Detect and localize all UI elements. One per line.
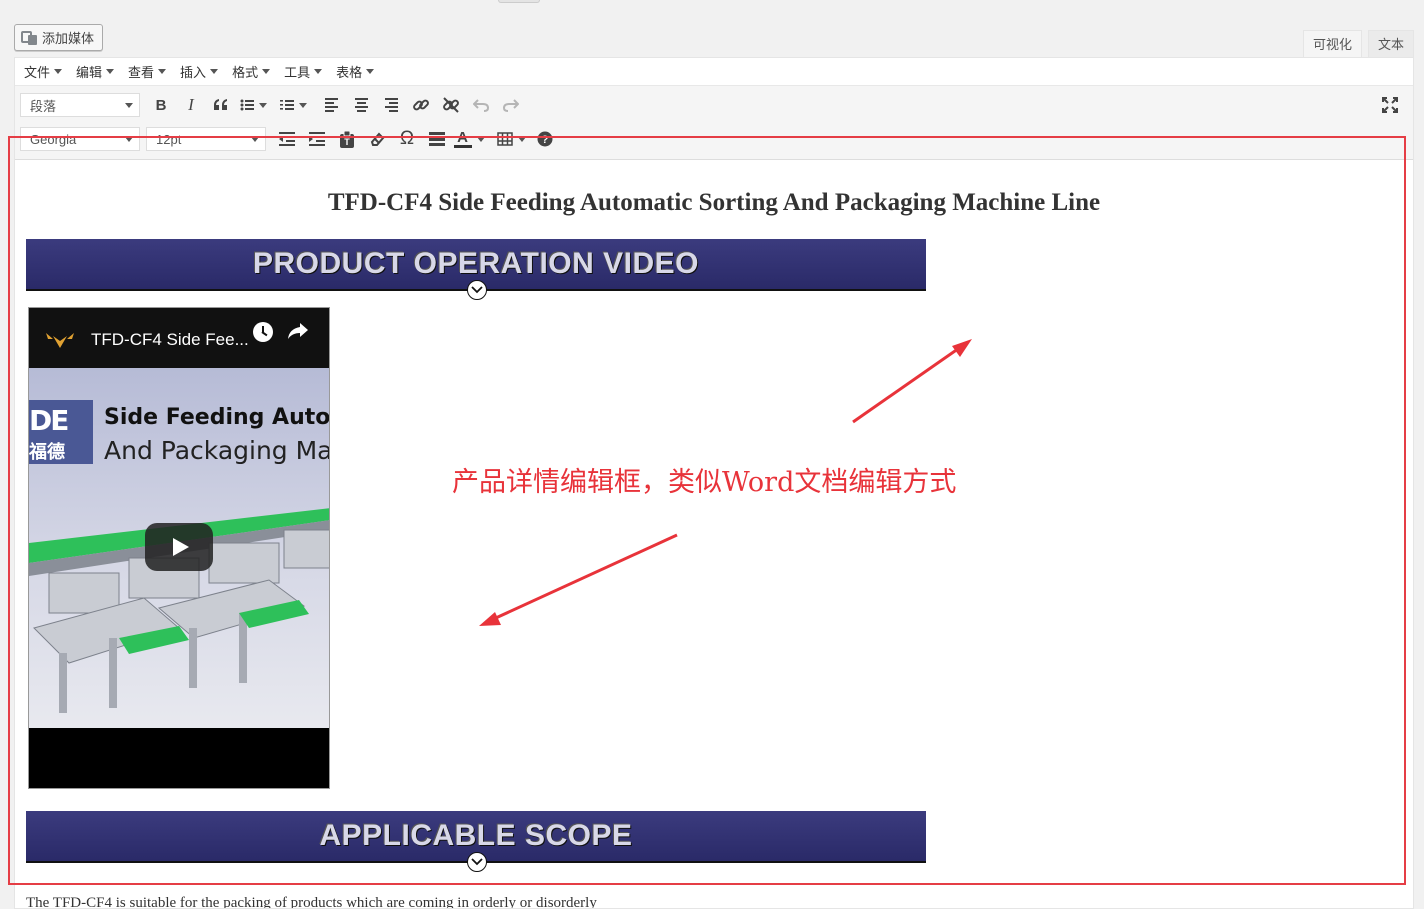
table-button[interactable]: [494, 126, 528, 152]
chevron-down-icon: [158, 69, 167, 74]
undo-button[interactable]: [466, 92, 496, 118]
add-media-label: 添加媒体: [42, 31, 95, 46]
menu-table[interactable]: 表格: [336, 62, 375, 81]
redo-button[interactable]: [496, 92, 526, 118]
clear-formatting-button[interactable]: [362, 126, 392, 152]
outdent-icon: [279, 132, 295, 146]
menu-format[interactable]: 格式: [232, 62, 271, 81]
chevron-down-icon: [476, 136, 485, 142]
special-character-button[interactable]: Ω: [392, 126, 422, 152]
link-icon: [413, 99, 429, 111]
text-color-button[interactable]: A: [452, 126, 486, 152]
redo-icon: [503, 99, 519, 112]
clipboard-icon: T: [340, 130, 354, 148]
chevron-down-icon: [251, 136, 259, 142]
unlink-icon: [443, 97, 459, 113]
font-family-select[interactable]: Georgia: [20, 127, 140, 151]
menu-tools[interactable]: 工具: [284, 62, 323, 81]
insert-link-button[interactable]: [406, 92, 436, 118]
align-left-button[interactable]: [316, 92, 346, 118]
bold-button[interactable]: B: [146, 92, 176, 118]
chevron-down-icon: [125, 136, 133, 142]
help-button[interactable]: ?: [530, 126, 560, 152]
chevron-down-icon: [54, 69, 63, 74]
chevron-down-icon: [258, 102, 267, 108]
chevron-down-circle-icon: [467, 852, 487, 872]
indent-icon: [309, 132, 325, 146]
format-toolbar-row-2: Georgia 12pt T Ω A ?: [20, 126, 1405, 152]
chevron-down-icon: [314, 69, 323, 74]
eraser-icon: [370, 132, 385, 146]
chevron-down-icon: [106, 69, 115, 74]
align-right-icon: [384, 98, 398, 112]
editor-toolbar: 文件 编辑 查看 插入 格式 工具 表格 段落 B I Georgia 12pt…: [15, 58, 1413, 160]
editor-container: 文件 编辑 查看 插入 格式 工具 表格 段落 B I Georgia 12pt…: [14, 57, 1414, 909]
svg-text:T: T: [344, 137, 350, 147]
blockquote-button[interactable]: [206, 92, 236, 118]
chevron-down-icon: [298, 102, 307, 108]
chevron-down-icon: [366, 69, 375, 74]
bullet-list-button[interactable]: [236, 92, 270, 118]
tab-text[interactable]: 文本: [1367, 30, 1414, 58]
table-icon: [496, 132, 513, 146]
align-center-button[interactable]: [346, 92, 376, 118]
help-icon: ?: [537, 131, 553, 147]
paste-text-button[interactable]: T: [332, 126, 362, 152]
editor-content[interactable]: TFD-CF4 Side Feeding Automatic Sorting A…: [15, 160, 1413, 908]
top-resize-handle[interactable]: [498, 0, 540, 3]
menu-edit[interactable]: 编辑: [76, 62, 115, 81]
align-left-icon: [324, 98, 338, 112]
svg-text:?: ?: [542, 134, 549, 146]
align-center-icon: [354, 98, 368, 112]
menu-file[interactable]: 文件: [24, 62, 63, 81]
tab-visual[interactable]: 可视化: [1302, 30, 1362, 58]
media-icon: [21, 29, 38, 46]
indent-button[interactable]: [302, 126, 332, 152]
format-toolbar-row: 段落 B I: [20, 92, 1405, 118]
section-banner-scope: APPLICABLE SCOPE: [26, 811, 926, 872]
outdent-button[interactable]: [272, 126, 302, 152]
chevron-down-icon: [517, 136, 526, 142]
numbered-list-button[interactable]: [276, 92, 310, 118]
paragraph-format-select[interactable]: 段落: [20, 93, 140, 117]
remove-link-button[interactable]: [436, 92, 466, 118]
fullscreen-button[interactable]: [1375, 92, 1405, 118]
fullscreen-icon: [1382, 97, 1398, 113]
font-size-select[interactable]: 12pt: [146, 127, 266, 151]
bullet-list-icon: [240, 99, 254, 111]
italic-button[interactable]: I: [176, 92, 206, 118]
banner-title: APPLICABLE SCOPE: [319, 819, 633, 852]
chevron-down-icon: [125, 102, 133, 108]
horizontal-line-icon: [429, 132, 445, 146]
menu-insert[interactable]: 插入: [180, 62, 219, 81]
numbered-list-icon: [279, 100, 294, 110]
quote-icon: [214, 99, 227, 110]
undo-icon: [473, 99, 489, 112]
chevron-down-icon: [210, 69, 219, 74]
editor-mode-tabs: 可视化 文本: [1302, 30, 1414, 58]
horizontal-line-button[interactable]: [422, 126, 452, 152]
menubar: 文件 编辑 查看 插入 格式 工具 表格: [15, 58, 1413, 86]
add-media-button[interactable]: 添加媒体: [14, 24, 104, 51]
menu-view[interactable]: 查看: [128, 62, 167, 81]
align-right-button[interactable]: [376, 92, 406, 118]
annotation-arrows: [479, 339, 972, 626]
chevron-down-icon: [262, 69, 271, 74]
body-paragraph: The TFD-CF4 is suitable for the packing …: [26, 895, 597, 908]
